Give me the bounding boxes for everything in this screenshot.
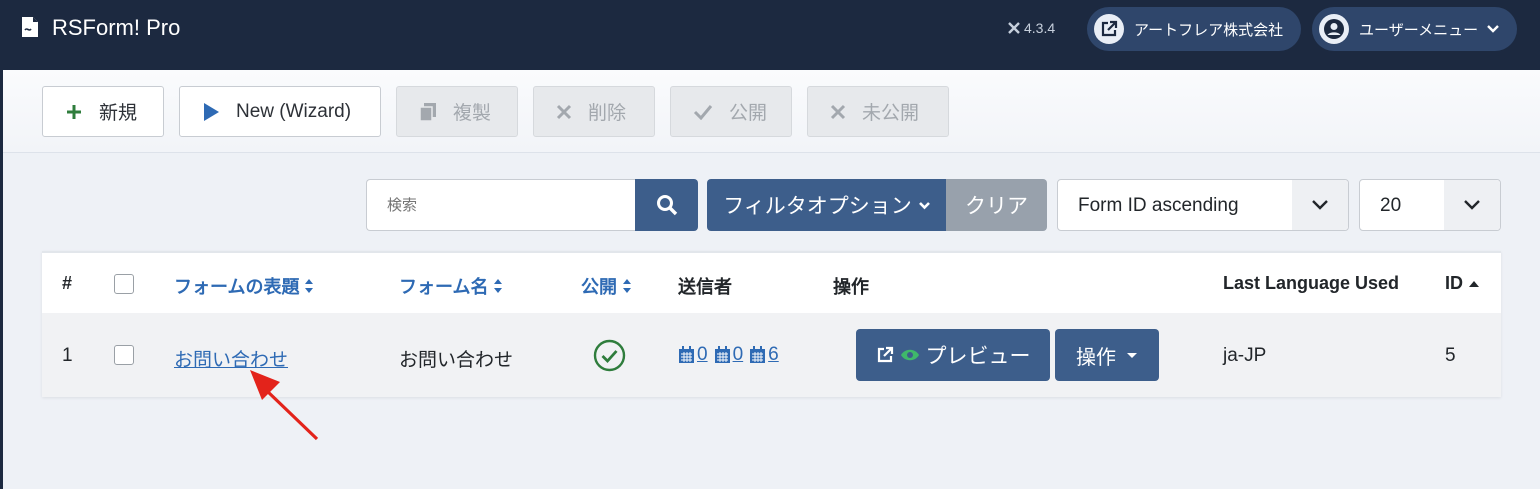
table-header: # フォームの表題 フォーム名 公開 送信者 操作 Last Language … [42,251,1501,313]
clear-button[interactable]: クリア [946,179,1047,231]
copy-button[interactable]: 複製 [396,86,518,137]
check-icon [693,104,713,120]
submissions-total-link[interactable]: 6 [749,344,779,366]
site-link-button[interactable]: アートフレア株式会社 [1087,7,1301,51]
user-menu-label: ユーザーメニュー [1359,21,1479,39]
published-check-icon[interactable] [593,339,626,377]
limit-select-value: 20 [1380,195,1402,216]
submissions-month-link[interactable]: 0 [714,344,744,366]
times-icon [830,104,846,120]
user-menu-button[interactable]: ユーザーメニュー [1312,7,1517,51]
column-header-actions: 操作 [833,277,869,297]
sort-icon [305,279,314,293]
external-link-icon [877,346,893,363]
eye-icon [900,349,919,361]
sort-select[interactable]: Form ID ascending [1057,179,1349,231]
new-button[interactable]: 新規 [42,86,164,137]
filter-options-label: フィルタオプション [723,195,912,218]
column-header-published-label: 公開 [581,277,617,297]
row-checkbox[interactable] [114,345,134,365]
joomla-version: 4.3.4 [1008,20,1055,36]
column-header-num: # [62,273,73,293]
new-wizard-button[interactable]: New (Wizard) [179,86,381,137]
filter-options-button[interactable]: フィルタオプション [707,179,947,231]
form-document-icon [22,17,38,37]
column-header-form-title[interactable]: フォームの表題 [174,273,314,299]
column-header-id[interactable]: ID [1445,273,1480,294]
delete-label: 削除 [588,103,627,124]
preview-button[interactable]: プレビュー [856,329,1050,381]
chevron-down-icon [1444,180,1500,230]
calendar-icon [679,346,694,363]
publish-label: 公開 [729,103,768,124]
sort-select-value: Form ID ascending [1078,195,1239,216]
calendar-icon [750,346,766,363]
top-bar: RSForm! Pro 4.3.4 アートフレア株式会社 ユーザーメニュー [0,0,1540,70]
new-button-label: 新規 [99,103,138,124]
column-header-form-name-label: フォーム名 [399,277,489,297]
calendar-icon [714,346,730,363]
sort-icon [623,279,631,293]
caret-down-icon [1127,352,1137,358]
unpublish-button[interactable]: 未公開 [807,86,949,137]
copy-label: 複製 [453,103,492,124]
column-header-form-name[interactable]: フォーム名 [399,273,503,299]
submissions-month-count: 0 [732,344,744,365]
sort-ascending-icon [1469,280,1479,287]
column-header-id-label: ID [1445,273,1463,293]
actions-dropdown-label: 操作 [1076,346,1116,369]
app-title: RSForm! Pro [52,15,181,40]
publish-button[interactable]: 公開 [670,86,792,137]
play-icon [202,102,220,122]
new-wizard-label: New (Wizard) [236,100,352,122]
user-avatar-icon [1319,14,1349,44]
table-row: 1 お問い合わせ お問い合わせ 0 0 6 プレビュー 操作 ja-JP 5 [42,313,1501,397]
chevron-down-icon [918,201,930,209]
toolbar: 新規 New (Wizard) 複製 削除 公開 未公開 [3,70,1540,153]
limit-select[interactable]: 20 [1359,179,1501,231]
search-button[interactable] [635,179,698,231]
version-number: 4.3.4 [1024,20,1056,36]
times-icon [556,104,572,120]
copy-icon [419,102,437,122]
search-icon [656,195,677,216]
form-name: お問い合わせ [399,350,514,371]
delete-button[interactable]: 削除 [533,86,655,137]
column-header-submissions: 送信者 [678,277,732,297]
search-input[interactable] [366,179,636,231]
sort-icon [494,279,503,293]
select-all-checkbox[interactable] [114,274,134,294]
joomla-icon [1008,22,1020,34]
preview-label: プレビュー [925,345,1031,368]
form-id: 5 [1445,345,1456,366]
submissions-today-count: 0 [697,344,708,365]
plus-icon [65,103,83,121]
unpublish-label: 未公開 [862,103,920,124]
chevron-down-icon [1487,25,1499,33]
submission-counts: 0 0 6 [678,344,779,366]
chevron-down-icon [1292,180,1348,230]
column-header-form-title-label: フォームの表題 [174,277,300,297]
column-header-last-language: Last Language Used [1223,273,1400,293]
submissions-today-link[interactable]: 0 [678,344,708,366]
external-link-icon [1094,14,1124,44]
site-name-label: アートフレア株式会社 [1134,21,1284,39]
submissions-total-count: 6 [768,344,779,365]
column-header-published[interactable]: 公開 [581,273,632,299]
form-title-link[interactable]: お問い合わせ [174,345,288,372]
actions-dropdown-button[interactable]: 操作 [1055,329,1159,381]
forms-table: # フォームの表題 フォーム名 公開 送信者 操作 Last Language … [42,251,1501,397]
row-number: 1 [62,345,73,366]
last-language: ja-JP [1223,345,1267,366]
